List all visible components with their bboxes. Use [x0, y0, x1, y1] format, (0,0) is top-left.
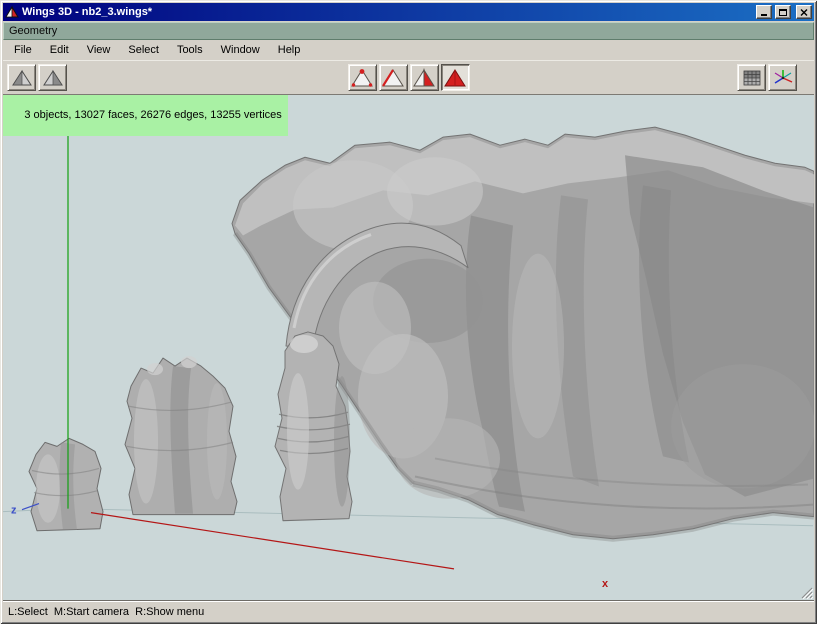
face-select-button[interactable] [410, 64, 439, 91]
vertex-mode-icon [351, 68, 373, 88]
maximize-icon [779, 9, 787, 16]
redo-button[interactable] [38, 64, 67, 91]
menu-help[interactable]: Help [269, 41, 310, 59]
bulge-6 [512, 254, 564, 439]
geometry-pane-title: Geometry [9, 25, 57, 37]
menubar: File Edit View Select Tools Window Help [3, 40, 814, 60]
app-icon [5, 5, 19, 19]
menu-file[interactable]: File [5, 41, 41, 59]
vertex-select-button[interactable] [348, 64, 377, 91]
geometry-pane-header[interactable]: Geometry [3, 22, 814, 40]
pillar-mid-knob-1 [147, 363, 163, 375]
menu-edit[interactable]: Edit [41, 41, 78, 59]
titlebar[interactable]: Wings 3D - nb2_3.wings* [3, 3, 814, 21]
mouse-hints: L:Select M:Start camera R:Show menu [8, 606, 204, 618]
bulge-2 [387, 157, 483, 225]
resize-grip[interactable] [799, 585, 813, 599]
maximize-button[interactable] [775, 5, 791, 19]
pillar-mid-knob-2 [181, 356, 197, 368]
undo-redo-group [7, 64, 67, 91]
pillar-small-highlight [36, 454, 60, 522]
undo-pyramid-icon [11, 68, 33, 88]
menu-tools[interactable]: Tools [168, 41, 212, 59]
body-select-button[interactable] [441, 64, 470, 91]
close-button[interactable] [796, 5, 812, 19]
bulge-4 [396, 418, 500, 498]
face-mode-icon [413, 68, 435, 88]
redo-pyramid-icon [42, 68, 64, 88]
wireframe-grid-icon [742, 69, 762, 87]
axes-icon [773, 69, 793, 87]
window-title: Wings 3D - nb2_3.wings* [22, 6, 753, 18]
show-axes-button[interactable] [768, 64, 797, 91]
edge-mode-icon [382, 68, 404, 88]
bulge-7 [671, 364, 814, 488]
close-icon [800, 9, 808, 16]
selection-mode-group [348, 64, 470, 91]
pillar-mid-highlight-right [207, 383, 227, 499]
body-mode-icon [444, 68, 466, 88]
scene-statistics: 3 objects, 13027 faces, 26276 edges, 132… [24, 109, 281, 121]
menu-window[interactable]: Window [212, 41, 269, 59]
pillar-center-shade [334, 376, 350, 507]
scene-info-bar: 3 objects, 13027 faces, 26276 edges, 132… [3, 95, 288, 136]
pillar-center-highlight [287, 373, 309, 489]
x-axis-label: x [602, 578, 609, 590]
z-axis-label: z [11, 505, 17, 517]
viewport[interactable]: 3 objects, 13027 faces, 26276 edges, 132… [3, 94, 814, 601]
minimize-icon [760, 9, 768, 16]
viewport-3d-scene[interactable]: z x [3, 95, 814, 600]
minimize-button[interactable] [756, 5, 772, 19]
menu-select[interactable]: Select [119, 41, 168, 59]
pillar-mid-highlight-left [134, 379, 158, 503]
statusbar: L:Select M:Start camera R:Show menu [3, 601, 814, 621]
smooth-shading-button[interactable] [737, 64, 766, 91]
pillar-center-knob [290, 335, 318, 353]
wings3d-window: Wings 3D - nb2_3.wings* Geometry File Ed… [0, 0, 817, 624]
bulge-5 [339, 282, 411, 374]
menu-view[interactable]: View [78, 41, 120, 59]
edge-select-button[interactable] [379, 64, 408, 91]
view-toggle-group [737, 64, 797, 91]
undo-button[interactable] [7, 64, 36, 91]
toolbar [3, 60, 814, 94]
